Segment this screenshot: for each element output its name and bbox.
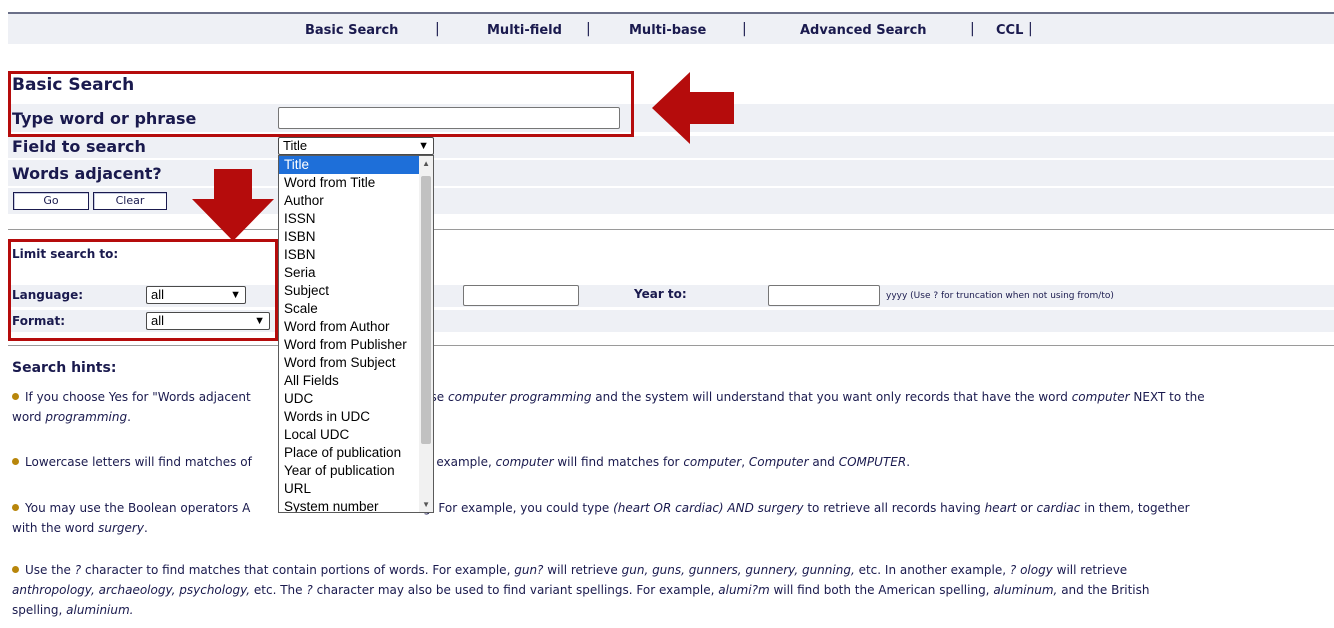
nav-separator: |: [586, 21, 591, 37]
dropdown-option[interactable]: Year of publication: [279, 462, 420, 480]
bullet-icon: [12, 458, 19, 465]
arrow-left-icon: [652, 72, 734, 144]
dropdown-option[interactable]: Word from Subject: [279, 354, 420, 372]
field-select-value: Title: [283, 138, 308, 153]
hint-lowercase: Lowercase letters will find matches of Fo…: [12, 452, 1322, 472]
field-select[interactable]: Title ▼: [278, 137, 434, 155]
dropdown-option[interactable]: Subject: [279, 282, 420, 300]
hint-boolean: You may use the Boolean operators Ach st…: [12, 501, 1190, 535]
hint-adjacent: If you choose Yes for "Words adjacenthra…: [12, 390, 1205, 424]
chevron-down-icon: ▼: [418, 140, 429, 152]
field-dropdown-list[interactable]: Title Word from Title Author ISSN ISBN ISBN Se…: [278, 155, 434, 513]
year-hint: yyyy (Use ? for truncation when not usin…: [886, 291, 1114, 301]
nav-ccl[interactable]: CCL: [996, 23, 1023, 38]
dropdown-option[interactable]: Scale: [279, 300, 420, 318]
field-label: Field to search: [12, 137, 146, 156]
nav-advanced-search[interactable]: Advanced Search: [800, 23, 927, 38]
dropdown-scrollbar[interactable]: ▲ ▼: [419, 156, 433, 512]
dropdown-option[interactable]: URL: [279, 480, 420, 498]
dropdown-option[interactable]: Word from Title: [279, 174, 420, 192]
bullet-icon: [12, 393, 19, 400]
nav-separator: |: [1028, 21, 1033, 37]
hints-heading: Search hints:: [12, 360, 117, 376]
scroll-up-icon[interactable]: ▲: [422, 159, 430, 168]
go-button[interactable]: Go: [13, 192, 89, 210]
dropdown-option[interactable]: Place of publication: [279, 444, 420, 462]
year-to-input[interactable]: [768, 285, 880, 306]
top-nav-bar: Basic Search | Multi-field | Multi-base …: [8, 12, 1334, 44]
dropdown-option[interactable]: ISBN: [279, 246, 420, 264]
hint-truncation: Use the ? character to find matches that…: [12, 563, 1150, 617]
nav-basic-search[interactable]: Basic Search: [305, 23, 398, 38]
clear-button[interactable]: Clear: [93, 192, 167, 210]
dropdown-option[interactable]: Word from Author: [279, 318, 420, 336]
nav-multi-field[interactable]: Multi-field: [487, 23, 562, 38]
nav-separator: |: [970, 21, 975, 37]
arrow-down-icon: [192, 169, 274, 241]
bullet-icon: [12, 504, 19, 511]
dropdown-option[interactable]: Local UDC: [279, 426, 420, 444]
dropdown-option[interactable]: All Fields: [279, 372, 420, 390]
year-to-label: Year to:: [634, 287, 687, 301]
divider: [8, 345, 1334, 346]
dropdown-option[interactable]: Seria: [279, 264, 420, 282]
dropdown-option[interactable]: System number: [279, 498, 420, 512]
highlight-box-limits: [8, 239, 278, 341]
dropdown-option[interactable]: Word from Publisher: [279, 336, 420, 354]
nav-separator: |: [435, 21, 440, 37]
nav-multi-base[interactable]: Multi-base: [629, 23, 706, 38]
dropdown-option[interactable]: UDC: [279, 390, 420, 408]
scroll-thumb[interactable]: [421, 176, 431, 444]
nav-separator: |: [742, 21, 747, 37]
dropdown-option[interactable]: Author: [279, 192, 420, 210]
dropdown-option[interactable]: Words in UDC: [279, 408, 420, 426]
year-from-input[interactable]: [463, 285, 579, 306]
highlight-box-word: [8, 71, 634, 137]
bullet-icon: [12, 566, 19, 573]
scroll-down-icon[interactable]: ▼: [422, 500, 430, 509]
dropdown-option[interactable]: Title: [279, 156, 420, 174]
dropdown-option[interactable]: ISBN: [279, 228, 420, 246]
adjacent-label: Words adjacent?: [12, 164, 162, 183]
dropdown-option[interactable]: ISSN: [279, 210, 420, 228]
